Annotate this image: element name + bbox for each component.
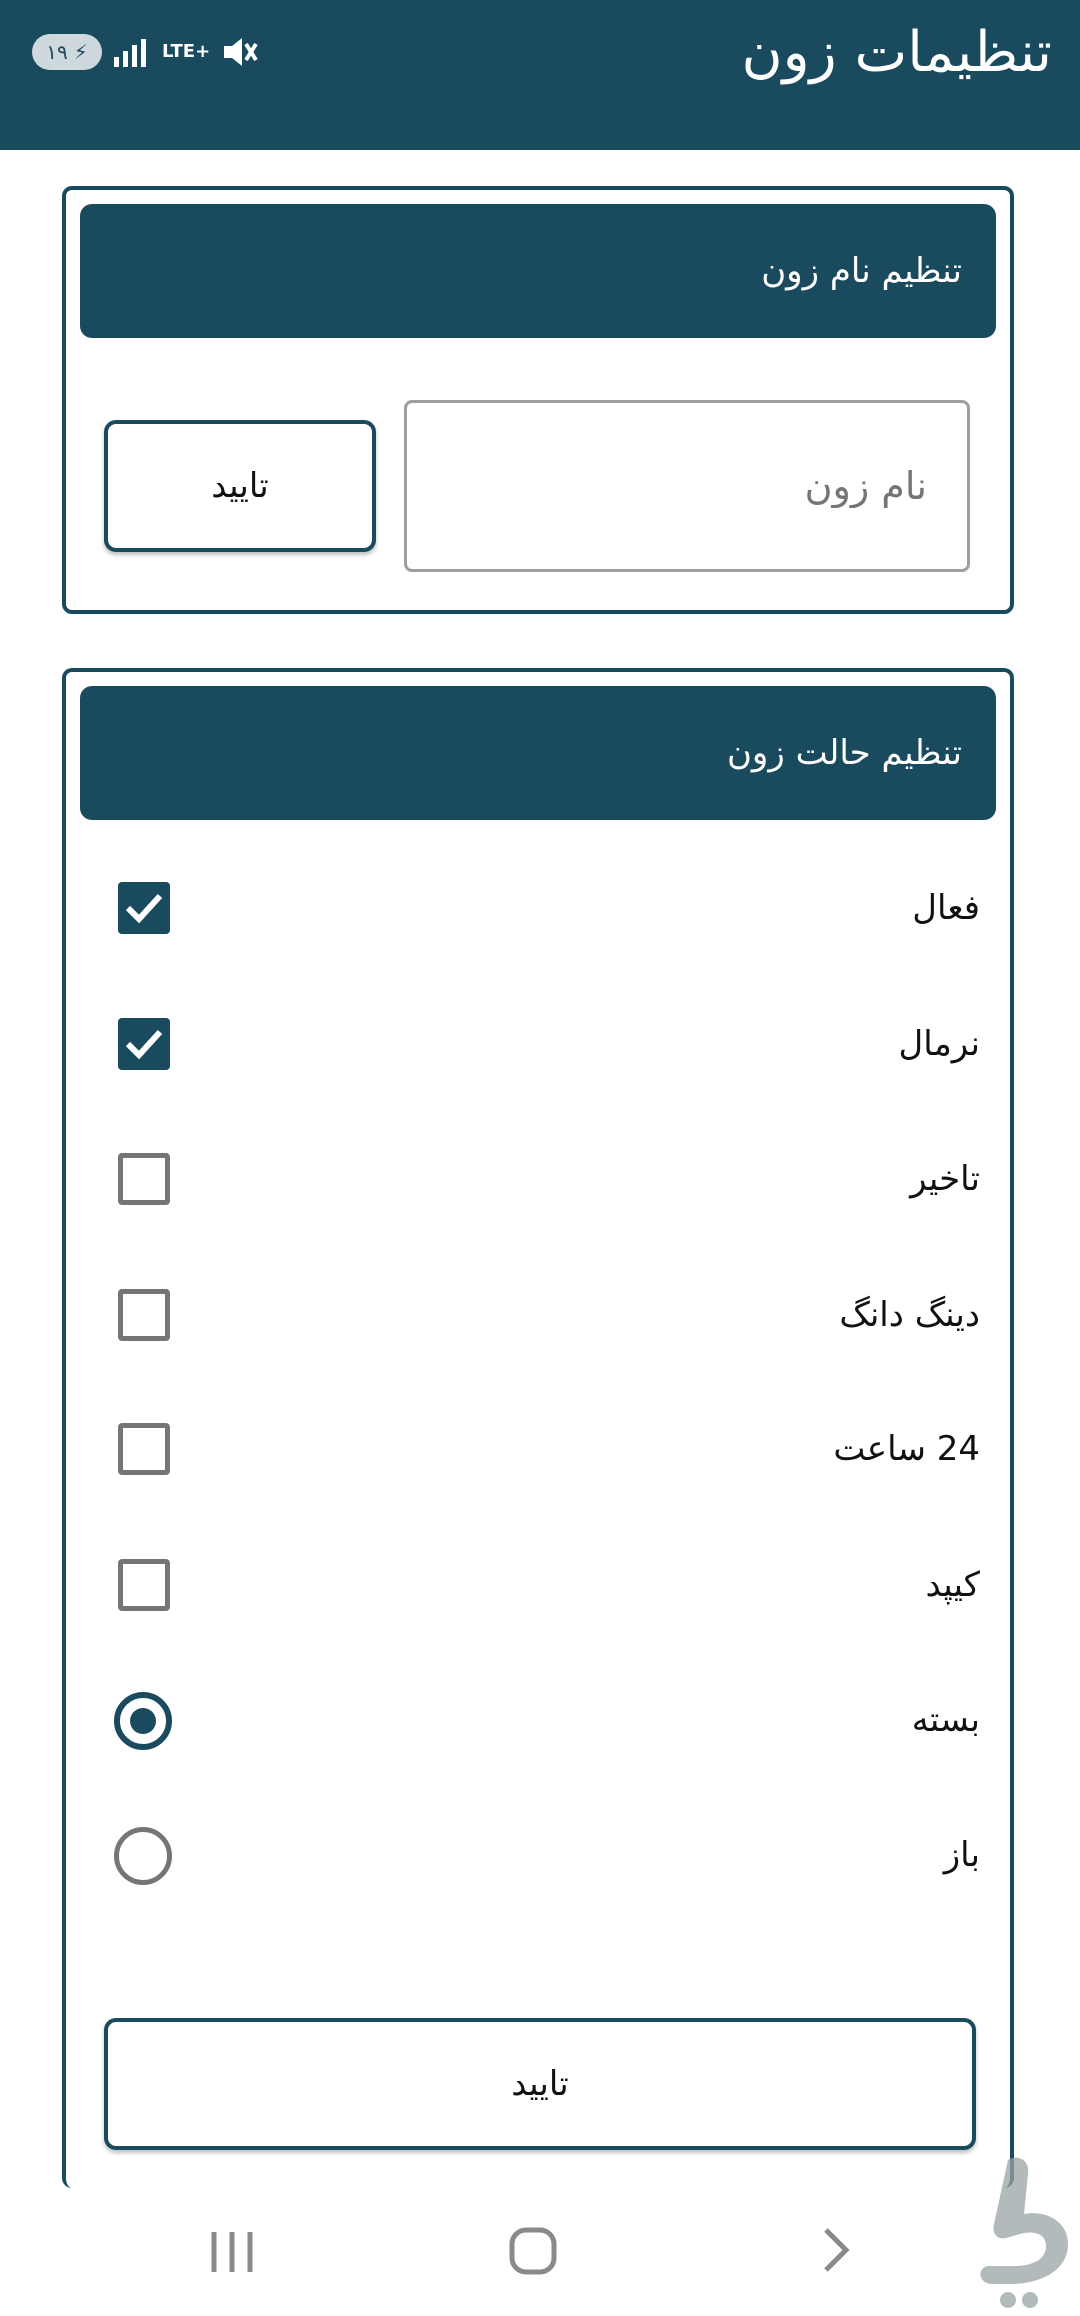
page-title: تنظیمات زون xyxy=(741,20,1053,85)
zone-name-input[interactable] xyxy=(404,400,970,572)
option-label-closed: بسته xyxy=(911,1700,980,1740)
network-type: LTE+ xyxy=(162,41,211,62)
check-icon xyxy=(125,893,163,924)
zone-name-confirm-label: تایید xyxy=(211,466,269,506)
check-icon xyxy=(125,1029,163,1060)
checkbox-delay[interactable] xyxy=(118,1153,170,1205)
option-label-open: باز xyxy=(943,1835,980,1875)
battery-indicator: ۱۹ ⚡ xyxy=(32,34,102,70)
zone-mode-confirm-button[interactable]: تایید xyxy=(104,2018,976,2150)
option-24-hour[interactable]: 24 ساعت xyxy=(66,1399,1010,1499)
option-ding-dong[interactable]: دینگ دانگ xyxy=(66,1265,1010,1365)
zone-name-card: تنظیم نام زون تایید xyxy=(62,186,1014,614)
option-open[interactable]: باز xyxy=(66,1805,1010,1905)
checkbox-24-hour[interactable] xyxy=(118,1423,170,1475)
option-label-keypad: کیپد xyxy=(925,1565,980,1605)
option-label-delay: تاخیر xyxy=(910,1159,980,1199)
option-normal[interactable]: نرمال xyxy=(66,994,1010,1094)
option-closed[interactable]: بسته xyxy=(66,1670,1010,1770)
battery-level: ۱۹ xyxy=(46,40,68,64)
charging-icon: ⚡ xyxy=(73,40,88,64)
zone-name-card-header: تنظیم نام زون xyxy=(80,204,996,338)
option-keypad[interactable]: کیپد xyxy=(66,1535,1010,1635)
zone-name-confirm-button[interactable]: تایید xyxy=(104,420,376,552)
checkbox-active[interactable] xyxy=(118,882,170,934)
back-icon[interactable] xyxy=(816,2220,856,2280)
option-label-ding-dong: دینگ دانگ xyxy=(839,1295,980,1335)
radio-open[interactable] xyxy=(114,1827,172,1885)
app-bar: ۱۹ ⚡ LTE+ تنظیمات زون xyxy=(0,0,1080,150)
zone-mode-card-header: تنظیم حالت زون xyxy=(80,686,996,820)
recent-apps-icon[interactable] xyxy=(208,2220,256,2280)
zone-name-card-title: تنظیم نام زون xyxy=(761,251,962,291)
option-label-normal: نرمال xyxy=(898,1024,981,1064)
checkbox-normal[interactable] xyxy=(118,1018,170,1070)
mute-icon xyxy=(224,38,258,66)
zone-mode-confirm-label: تایید xyxy=(511,2064,569,2104)
system-nav-bar xyxy=(0,2190,1080,2316)
checkbox-ding-dong[interactable] xyxy=(118,1289,170,1341)
checkbox-keypad[interactable] xyxy=(118,1559,170,1611)
status-bar: ۱۹ ⚡ LTE+ xyxy=(32,34,260,70)
option-delay[interactable]: تاخیر xyxy=(66,1129,1010,1229)
zone-mode-card: تنظیم حالت زون فعال نرمال تاخیر دینگ دان… xyxy=(62,668,1014,2188)
option-label-active: فعال xyxy=(912,888,980,928)
option-label-24-hour: 24 ساعت xyxy=(833,1429,980,1469)
zone-mode-card-title: تنظیم حالت زون xyxy=(726,733,962,773)
radio-closed[interactable] xyxy=(114,1692,172,1750)
signal-bars-icon xyxy=(114,39,146,67)
logo-watermark-icon xyxy=(980,2157,1068,2308)
home-icon[interactable] xyxy=(504,2220,564,2280)
option-active[interactable]: فعال xyxy=(66,858,1010,958)
